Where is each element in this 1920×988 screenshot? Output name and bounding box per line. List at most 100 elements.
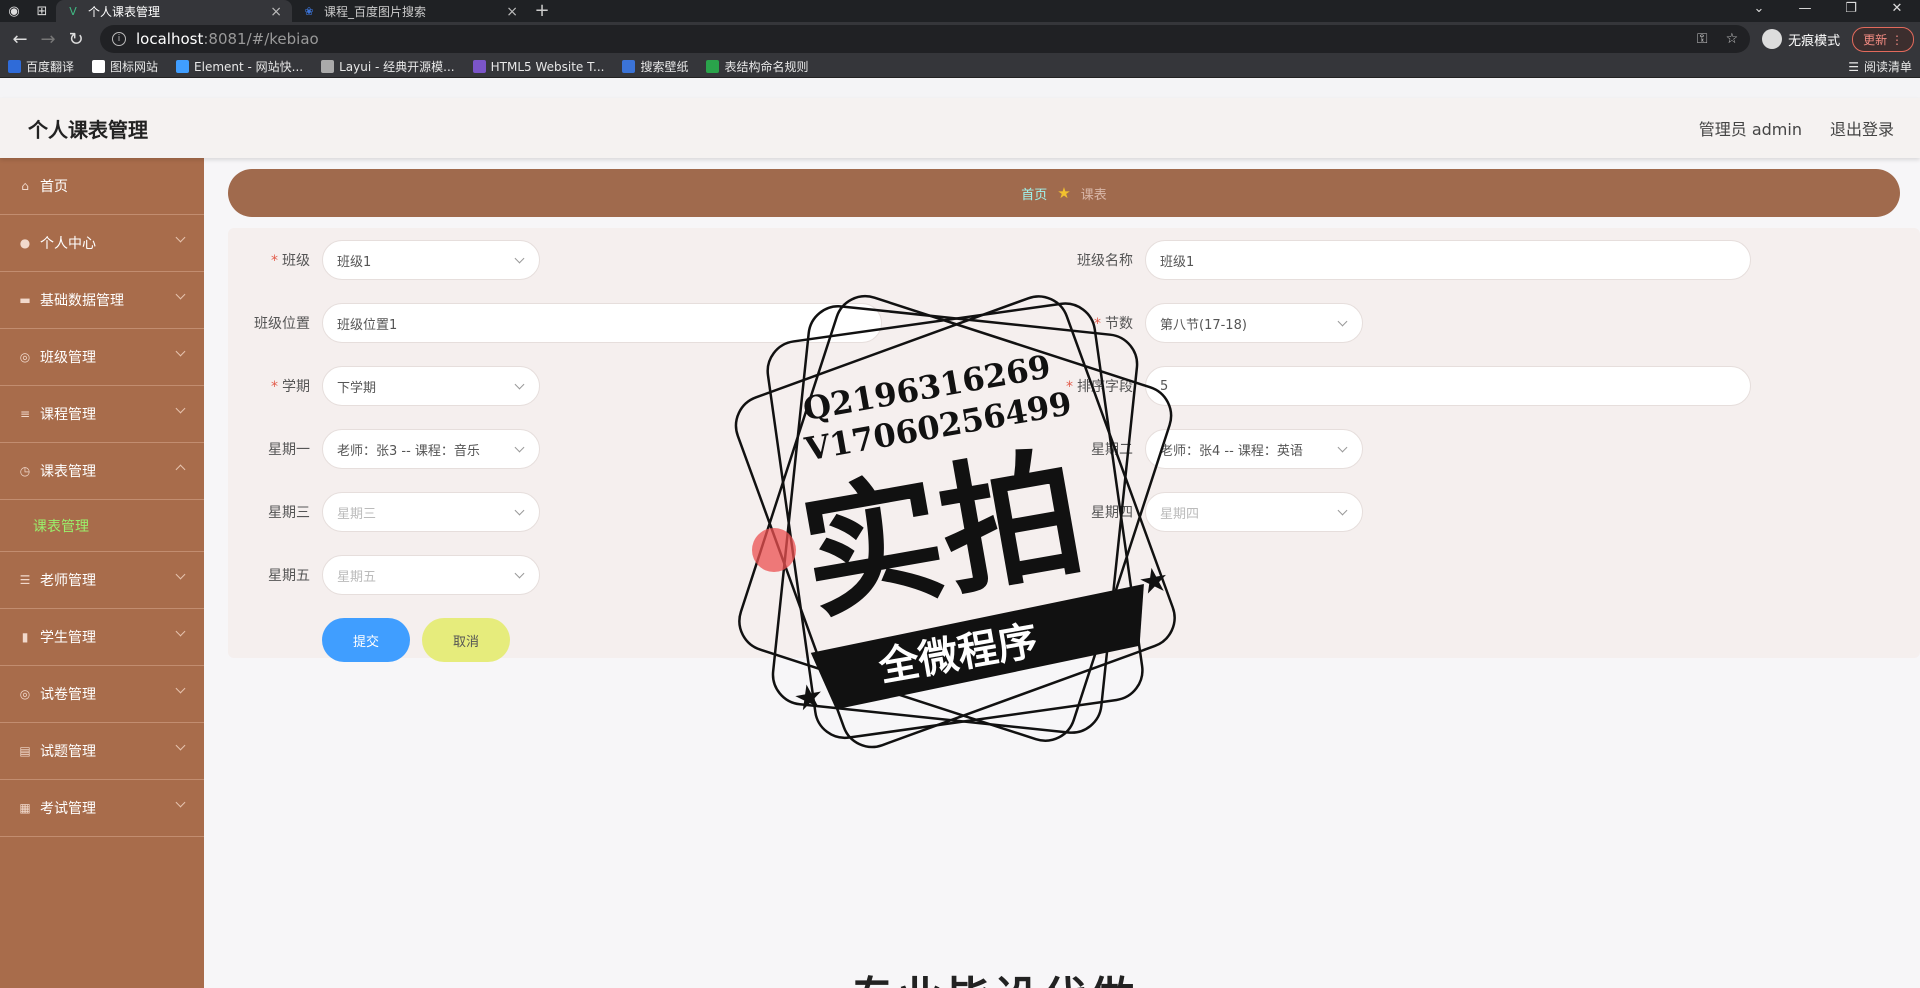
globe-icon: ◎: [19, 687, 31, 701]
bookmark-item[interactable]: Layui - 经典开源模...: [321, 58, 455, 75]
tab-label: 课程_百度图片搜索: [324, 4, 427, 19]
reload-button[interactable]: ↻: [62, 29, 90, 50]
bookmark-item[interactable]: 表结构命名规则: [706, 58, 808, 75]
bookmark-item[interactable]: 搜索壁纸: [622, 58, 688, 75]
friday-label: 星期五: [268, 568, 310, 584]
baidu-favicon-icon: ❀: [304, 4, 314, 18]
sidebar-item-course[interactable]: ≡ 课程管理: [0, 386, 204, 443]
tab-inactive[interactable]: ❀ 课程_百度图片搜索 ×: [292, 0, 528, 22]
sort-field-input[interactable]: 5: [1145, 366, 1751, 406]
chevron-down-icon: [175, 403, 186, 414]
chevron-down-icon: [175, 740, 186, 751]
close-tab-icon[interactable]: ×: [270, 4, 282, 20]
bookmark-item[interactable]: HTML5 Website T...: [472, 59, 605, 74]
pinned-tab-icon[interactable]: ⊞: [28, 0, 56, 22]
breadcrumb-home[interactable]: 首页: [1021, 184, 1047, 203]
sidebar-item-home[interactable]: ⌂ 首页: [0, 158, 204, 215]
chevron-down-icon: [514, 568, 525, 579]
tab-label: 个人课表管理: [88, 4, 161, 19]
chevron-down-icon: [175, 346, 186, 357]
sidebar-item-label: 试题管理: [40, 744, 96, 760]
chevron-down-icon: [175, 683, 186, 694]
bookmark-label: 百度翻译: [26, 60, 75, 74]
update-label: 更新: [1863, 32, 1888, 47]
sidebar-item-label: 老师管理: [40, 573, 96, 589]
tuesday-select[interactable]: 老师：张4 -- 课程：英语: [1145, 429, 1363, 469]
minimize-button[interactable]: —: [1782, 0, 1828, 22]
sidebar: ⌂ 首页 ● 个人中心 ▬ 基础数据管理 ◎ 班级管理 ≡ 课程管理 ◷ 课表管理 课表管理…: [0, 158, 204, 988]
sidebar-item-class[interactable]: ◎ 班级管理: [0, 329, 204, 386]
tab-active[interactable]: V 个人课表管理 ×: [56, 0, 292, 22]
restore-button[interactable]: ❐: [1828, 0, 1874, 22]
url-bar[interactable]: i localhost:8081/#/kebiao ⚿ ☆: [100, 25, 1751, 53]
class-select[interactable]: 班级1: [322, 240, 540, 280]
cancel-button[interactable]: 取消: [422, 618, 510, 662]
wallpaper-icon: [622, 60, 636, 73]
forward-button[interactable]: →: [34, 29, 62, 50]
url-host: localhost: [136, 30, 204, 48]
thursday-label: 星期四: [1091, 505, 1133, 521]
wednesday-label: 星期三: [268, 505, 310, 521]
key-icon[interactable]: ⚿: [1697, 31, 1708, 47]
sidebar-item-teacher[interactable]: ☰ 老师管理: [0, 552, 204, 609]
chevron-down-icon: [514, 442, 525, 453]
app-header: 个人课表管理 管理员 admin 退出登录: [0, 98, 1920, 158]
chevron-up-icon: [175, 464, 186, 475]
bookmark-star-icon[interactable]: ☆: [1726, 31, 1739, 47]
reading-list[interactable]: ☰ 阅读清单: [1848, 58, 1912, 75]
globe-icon: ◎: [19, 350, 31, 364]
chevron-down-icon: [175, 569, 186, 580]
sliders-icon: ≡: [19, 407, 31, 421]
semester-select[interactable]: 下学期: [322, 366, 540, 406]
breadcrumb-current: 课表: [1080, 187, 1107, 203]
sidebar-item-label: 考试管理: [40, 801, 96, 817]
site-info-icon[interactable]: i: [112, 32, 126, 46]
user-icon: ●: [19, 236, 31, 250]
sidebar-item-exam[interactable]: ▦ 考试管理: [0, 780, 204, 837]
bookmark-item[interactable]: 百度翻译: [8, 58, 74, 75]
main-content: 首页 ★ 课表 * 班级 班级1 班级名称 班级1 班级位置 班级位置1 * 节数 …: [204, 158, 1920, 988]
bookmark-item[interactable]: Element - 网站快...: [176, 58, 303, 75]
friday-select[interactable]: 星期五: [322, 555, 540, 595]
new-tab-button[interactable]: +: [528, 0, 556, 22]
url-path: :8081/#/kebiao: [203, 30, 319, 48]
section-select[interactable]: 第八节(17-18): [1145, 303, 1363, 343]
submenu-item-timetable[interactable]: 课表管理: [0, 500, 204, 552]
class-label: * 班级: [271, 253, 310, 269]
class-name-input[interactable]: 班级1: [1145, 240, 1751, 280]
bookmark-label: HTML5 Website T...: [490, 59, 605, 74]
timetable-form: * 班级 班级1 班级名称 班级1 班级位置 班级位置1 * 节数 第八节(17-1…: [228, 228, 1920, 662]
class-location-input[interactable]: 班级位置1: [322, 303, 882, 343]
sidebar-item-student[interactable]: ▮ 学生管理: [0, 609, 204, 666]
incognito-indicator[interactable]: 无痕模式: [1762, 29, 1840, 49]
incognito-avatar-icon: [1762, 29, 1783, 49]
chevron-down-icon: [175, 232, 186, 243]
incognito-label: 无痕模式: [1788, 33, 1841, 49]
submit-button[interactable]: 提交: [322, 618, 410, 662]
sidebar-item-paper[interactable]: ◎ 试卷管理: [0, 666, 204, 723]
back-button[interactable]: ←: [6, 29, 34, 50]
update-button[interactable]: 更新 ⋮: [1852, 26, 1914, 52]
chevron-down-icon: [1337, 442, 1348, 453]
sidebar-item-profile[interactable]: ● 个人中心: [0, 215, 204, 272]
sidebar-item-question[interactable]: ▤ 试题管理: [0, 723, 204, 780]
bookmark-item[interactable]: 图标网站: [92, 58, 158, 75]
bookmark-label: 图标网站: [110, 60, 159, 74]
sidebar-item-timetable[interactable]: ◷ 课表管理: [0, 443, 204, 500]
sidebar-item-basic-data[interactable]: ▬ 基础数据管理: [0, 272, 204, 329]
browser-menu-icon[interactable]: ◉: [0, 0, 28, 22]
close-window-button[interactable]: ✕: [1874, 0, 1920, 22]
logout-link[interactable]: 退出登录: [1830, 116, 1894, 140]
close-tab-icon[interactable]: ×: [506, 4, 518, 20]
wednesday-select[interactable]: 星期三: [322, 492, 540, 532]
monitor-icon: ▬: [19, 293, 31, 307]
tab-search-icon[interactable]: ⌄: [1736, 0, 1782, 22]
window-controls: ⌄ — ❐ ✕: [1736, 0, 1920, 22]
sidebar-item-label: 首页: [40, 179, 68, 195]
sheet-icon: [706, 60, 720, 73]
thursday-select[interactable]: 星期四: [1145, 492, 1363, 532]
layui-icon: [321, 60, 335, 73]
reading-list-icon: ☰: [1848, 59, 1859, 74]
monday-select[interactable]: 老师：张3 -- 课程：音乐: [322, 429, 540, 469]
sidebar-item-label: 班级管理: [40, 350, 96, 366]
